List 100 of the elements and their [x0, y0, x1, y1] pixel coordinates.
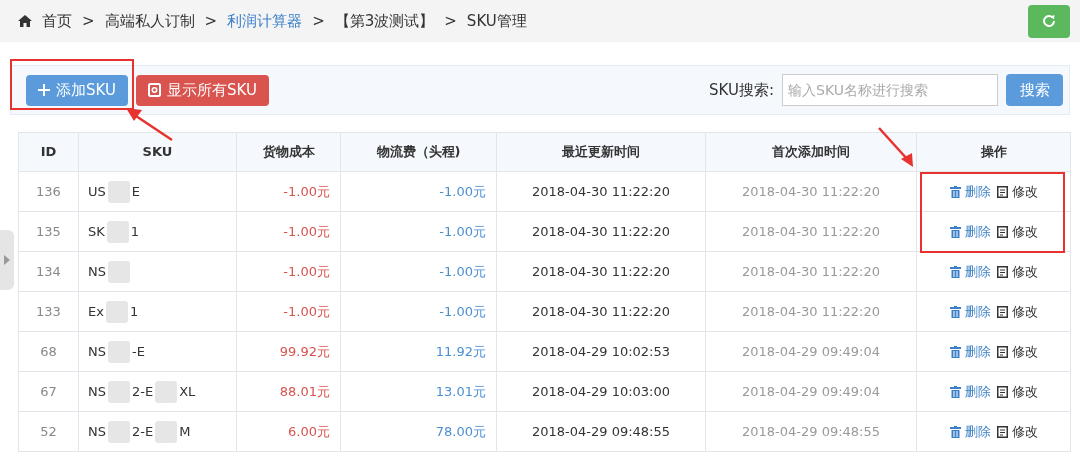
- breadcrumb-item[interactable]: SKU管理: [466, 9, 527, 33]
- redaction-blur: [155, 380, 178, 403]
- edit-icon: [996, 425, 1008, 438]
- table-cell: 52: [18, 411, 79, 452]
- side-toggle-tab[interactable]: [0, 230, 14, 290]
- sku-text: Ex: [88, 302, 104, 321]
- trash-icon: [949, 265, 961, 278]
- delete-link[interactable]: 删除: [964, 221, 991, 242]
- edit-link[interactable]: 修改: [1011, 301, 1038, 322]
- table-cell: 134: [18, 251, 79, 292]
- annotation-arrow: [878, 127, 913, 167]
- table-cell: -1.00元: [236, 251, 341, 292]
- table-cell: 2018-04-29 10:03:00: [496, 371, 706, 412]
- table-cell: 2018-04-29 10:02:53: [496, 331, 706, 372]
- table-cell: -1.00元: [340, 251, 497, 292]
- column-header: 操作: [916, 132, 1071, 172]
- table-cell: 135: [18, 211, 79, 252]
- breadcrumb-item[interactable]: 高端私人订制: [104, 9, 195, 33]
- table-cell: -1.00元: [236, 171, 341, 212]
- edit-link[interactable]: 修改: [1011, 221, 1038, 242]
- table-cell: 88.01元: [236, 371, 341, 412]
- sku-text: M: [179, 422, 191, 441]
- breadcrumb-separator: >: [312, 10, 325, 32]
- trash-icon: [949, 225, 961, 238]
- sku-text: SK: [88, 222, 105, 241]
- breadcrumb-separator: >: [82, 10, 95, 32]
- delete-link[interactable]: 删除: [964, 381, 991, 402]
- sku-text: -E: [132, 342, 145, 361]
- delete-link[interactable]: 删除: [964, 261, 991, 282]
- search-field[interactable]: 输入SKU名称进行搜索: [782, 74, 998, 106]
- edit-link[interactable]: 修改: [1011, 261, 1038, 282]
- home-icon: [18, 15, 32, 27]
- table-cell: -1.00元: [236, 211, 341, 252]
- breadcrumb-item[interactable]: 【第3波测试】: [334, 9, 435, 33]
- sku-text: 2-E: [132, 382, 154, 401]
- column-header: ID: [18, 132, 79, 172]
- table-cell: 2018-04-30 11:22:20: [496, 211, 706, 252]
- table-cell: 2018-04-30 11:22:20: [496, 251, 706, 292]
- column-header: SKU: [78, 132, 237, 172]
- edit-link[interactable]: 修改: [1011, 421, 1038, 442]
- redaction-blur: [108, 380, 130, 403]
- table-cell: -1.00元: [340, 291, 497, 332]
- redaction-blur: [108, 260, 130, 283]
- table-cell: 99.92元: [236, 331, 341, 372]
- caret-icon: [4, 255, 10, 265]
- breadcrumb-separator: >: [444, 10, 457, 32]
- sku-text: 1: [129, 302, 139, 321]
- breadcrumb-link[interactable]: 利润计算器: [227, 9, 303, 33]
- sku-text: E: [131, 182, 140, 201]
- delete-link[interactable]: 删除: [964, 421, 991, 442]
- edit-icon: [996, 185, 1008, 198]
- redaction-blur: [107, 180, 130, 203]
- redaction-blur: [155, 420, 178, 443]
- table-cell: 2018-04-30 11:22:20: [705, 291, 917, 332]
- redaction-blur: [106, 220, 129, 243]
- delete-link[interactable]: 删除: [964, 181, 991, 202]
- table-cell: 2018-04-30 11:22:20: [705, 211, 917, 252]
- document-icon: [147, 83, 161, 97]
- sku-text: NS: [88, 342, 106, 361]
- search-label: SKU搜索:: [709, 79, 774, 101]
- edit-icon: [996, 345, 1008, 358]
- column-header: 物流费（头程): [340, 132, 497, 172]
- show-all-sku-button[interactable]: 显示所有SKU: [135, 74, 269, 106]
- redaction-blur: [105, 300, 128, 323]
- redaction-blur: [108, 340, 130, 363]
- edit-icon: [996, 225, 1008, 238]
- refresh-button[interactable]: [1028, 4, 1070, 38]
- table-cell: 2018-04-30 11:22:20: [496, 171, 706, 212]
- edit-link[interactable]: 修改: [1011, 181, 1038, 202]
- table-cell: 6.00元: [236, 411, 341, 452]
- delete-link[interactable]: 删除: [964, 301, 991, 322]
- column-header: 货物成本: [236, 132, 341, 172]
- edit-link[interactable]: 修改: [1011, 341, 1038, 362]
- table-cell: 2018-04-29 09:49:04: [705, 331, 917, 372]
- trash-icon: [949, 305, 961, 318]
- refresh-icon: [1041, 13, 1057, 29]
- trash-icon: [949, 345, 961, 358]
- table-cell: 2018-04-29 09:48:55: [496, 411, 706, 452]
- edit-link[interactable]: 修改: [1011, 381, 1038, 402]
- sku-text: 2-E: [132, 422, 154, 441]
- table-cell: -1.00元: [340, 171, 497, 212]
- sku-text: NS: [88, 382, 106, 401]
- sku-text: 1: [130, 222, 140, 241]
- delete-link[interactable]: 删除: [964, 341, 991, 362]
- plus-icon: [38, 84, 50, 96]
- table-cell: 2018-04-29 09:49:04: [705, 371, 917, 412]
- table-cell: 136: [18, 171, 79, 212]
- sku-text: US: [88, 182, 106, 201]
- breadcrumb-separator: >: [204, 10, 218, 32]
- table-cell: 2018-04-29 09:48:55: [705, 411, 917, 452]
- redaction-blur: [108, 420, 130, 443]
- annotation-arrow: [126, 108, 173, 142]
- table-cell: 2018-04-30 11:22:20: [705, 171, 917, 212]
- table-cell: -1.00元: [340, 211, 497, 252]
- table-cell: 11.92元: [340, 331, 497, 372]
- edit-icon: [996, 265, 1008, 278]
- sku-text: NS: [88, 262, 106, 281]
- breadcrumb-item[interactable]: 首页: [42, 9, 72, 33]
- trash-icon: [949, 385, 961, 398]
- table-cell: 13.01元: [340, 371, 497, 412]
